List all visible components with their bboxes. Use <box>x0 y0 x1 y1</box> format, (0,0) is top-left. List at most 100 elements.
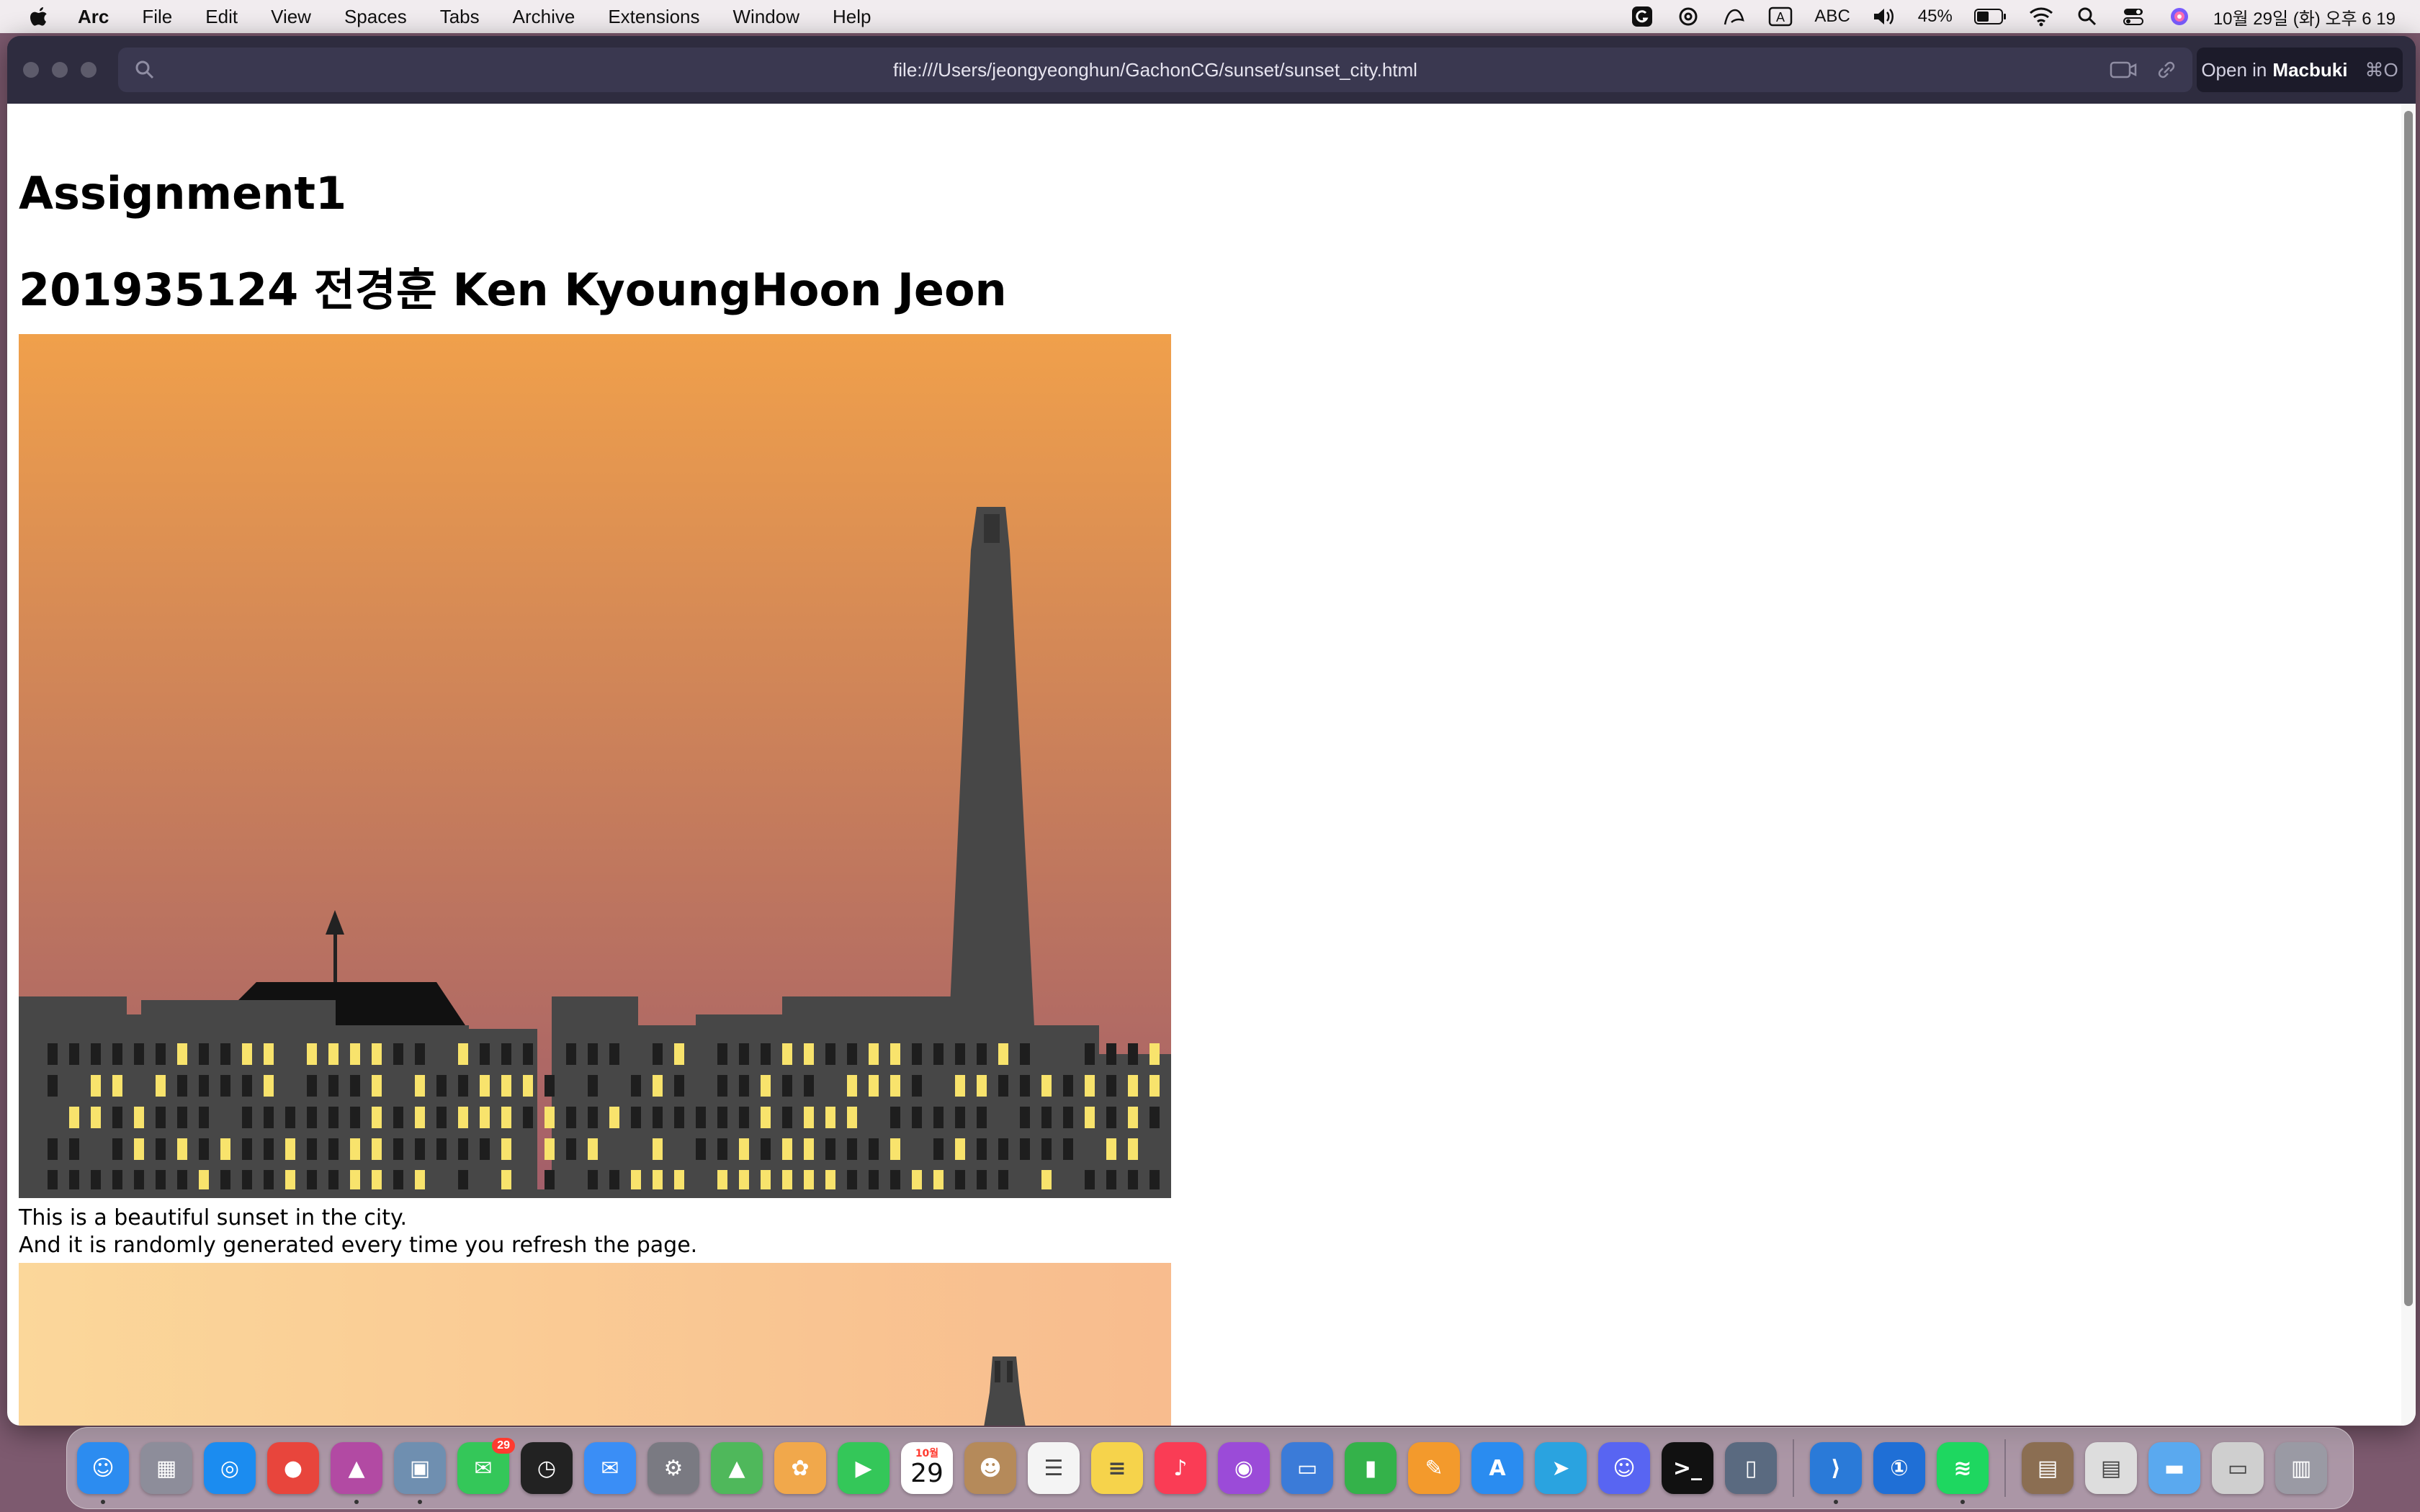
window-lit <box>458 1043 468 1065</box>
window-dark <box>1106 1043 1116 1065</box>
dock-preview-icon[interactable]: ▣ <box>394 1442 446 1504</box>
clock-glyph: ◷ <box>537 1455 557 1481</box>
dock-facetime-icon[interactable]: ▶ <box>838 1442 889 1494</box>
window-dark <box>242 1138 252 1160</box>
browser-window: file:///Users/jeongyeonghun/GachonCG/sun… <box>7 36 2416 1426</box>
dock-music-icon[interactable]: ♪ <box>1155 1442 1206 1494</box>
siri-icon[interactable] <box>2167 6 2192 27</box>
window-dark <box>69 1170 79 1192</box>
open-in-button[interactable]: Open in Macbuki ⌘O <box>2197 48 2403 92</box>
scrollbar-thumb[interactable] <box>2404 111 2413 1306</box>
dock-finder-icon[interactable]: ☺ <box>77 1442 129 1504</box>
at-sign-icon[interactable] <box>1676 6 1700 27</box>
dock-mail-icon[interactable]: ✉ <box>584 1442 636 1494</box>
window-dark <box>847 1170 857 1192</box>
dock-telegram-icon[interactable]: ➤ <box>1535 1442 1587 1494</box>
browser-toolbar: file:///Users/jeongyeonghun/GachonCG/sun… <box>7 36 2416 104</box>
window-lit <box>609 1107 619 1128</box>
window-dark <box>869 1170 879 1192</box>
address-bar[interactable]: file:///Users/jeongyeonghun/GachonCG/sun… <box>118 48 2192 92</box>
window-lit <box>890 1043 900 1065</box>
window-close-button[interactable] <box>23 62 39 78</box>
menu-archive[interactable]: Archive <box>513 6 575 28</box>
keyboard-a-icon[interactable]: A <box>1768 6 1793 27</box>
window-zoom-button[interactable] <box>81 62 97 78</box>
dock-numbers-icon[interactable]: ▮ <box>1345 1442 1397 1494</box>
dock-downloads-icon[interactable]: ▤ <box>2022 1442 2074 1494</box>
dock-photos-icon[interactable]: ✿ <box>774 1442 826 1494</box>
dock-launchpad-icon[interactable]: ▦ <box>140 1442 192 1494</box>
window-dark <box>156 1170 166 1192</box>
window-lit <box>674 1170 684 1192</box>
dock-chrome-icon[interactable]: ● <box>267 1442 319 1494</box>
contacts-glyph: ☻ <box>979 1455 1002 1481</box>
copy-link-icon[interactable] <box>2155 59 2178 84</box>
window-lit <box>372 1138 382 1160</box>
dock-terminal-icon[interactable]: >_ <box>1662 1442 1713 1494</box>
window-dark <box>48 1170 58 1192</box>
menu-extensions[interactable]: Extensions <box>608 6 699 28</box>
window-dark <box>588 1170 598 1192</box>
window-lit <box>588 1138 598 1160</box>
dock-documents-icon[interactable]: ▤ <box>2085 1442 2137 1494</box>
dock-keynote-icon[interactable]: ▭ <box>1281 1442 1333 1494</box>
dock-pages-icon[interactable]: ✎ <box>1408 1442 1460 1494</box>
menu-view[interactable]: View <box>271 6 311 28</box>
menu-edit[interactable]: Edit <box>205 6 238 28</box>
dock-preview-files-icon[interactable]: ▭ <box>2212 1442 2264 1494</box>
dock-1password-icon[interactable]: ① <box>1873 1442 1925 1494</box>
window-dark <box>328 1138 339 1160</box>
preview-files-glyph: ▭ <box>2227 1455 2249 1481</box>
window-minimize-button[interactable] <box>52 62 68 78</box>
vscode-glyph: ⟩ <box>1831 1455 1841 1481</box>
wifi-icon[interactable] <box>2029 6 2053 27</box>
dock-system-settings-icon[interactable]: ⚙ <box>647 1442 699 1494</box>
grammarly-icon[interactable] <box>1630 6 1654 27</box>
menu-window[interactable]: Window <box>733 6 799 28</box>
menu-spaces[interactable]: Spaces <box>344 6 407 28</box>
window-dark <box>199 1138 209 1160</box>
window-dark <box>825 1138 835 1160</box>
dock-simulator-icon[interactable]: ▯ <box>1725 1442 1777 1494</box>
apple-menu-icon[interactable] <box>29 6 50 27</box>
dock-reminders-icon[interactable]: ☰ <box>1028 1442 1080 1494</box>
dock-trash-icon[interactable]: ▥ <box>2275 1442 2327 1494</box>
volume-icon[interactable] <box>1872 6 1896 27</box>
running-indicator <box>418 1500 422 1504</box>
menu-file[interactable]: File <box>142 6 172 28</box>
dock-spotify-icon[interactable]: ≋ <box>1937 1442 1989 1504</box>
battery-icon[interactable] <box>1973 6 2007 27</box>
hat-icon[interactable] <box>1722 6 1747 27</box>
menu-help[interactable]: Help <box>833 6 871 28</box>
input-source-label[interactable]: ABC <box>1814 6 1850 27</box>
window-dark <box>1020 1138 1030 1160</box>
control-center-icon[interactable] <box>2121 6 2146 27</box>
window-dark <box>739 1075 749 1097</box>
dock-vscode-icon[interactable]: ⟩ <box>1810 1442 1862 1504</box>
dock-messages-icon[interactable]: ✉ 29 <box>457 1438 515 1494</box>
page-scrollbar[interactable] <box>2401 104 2416 1426</box>
capture-icon[interactable] <box>2109 59 2138 84</box>
dock: ☺ ▦ ◎ ● ▲ ▣ ✉ 29 ◷ ✉ ⚙ ▲ ✿ ▶ 10월 29 ☻ ☰ ≡ ♪ ◉ ▭ ▮ ✎ A ➤ ☺ >_ ▯ ⟩ ① ≋ ▤ ▤ ▬… <box>66 1427 2354 1509</box>
spotlight-search-icon[interactable] <box>2075 6 2099 27</box>
dock-maps-icon[interactable]: ▲ <box>711 1442 763 1494</box>
dock-discord-icon[interactable]: ☺ <box>1598 1442 1650 1494</box>
facetime-glyph: ▶ <box>855 1455 872 1481</box>
dock-calendar-icon[interactable]: 10월 29 <box>901 1442 953 1494</box>
window-dark <box>977 1138 987 1160</box>
url-text[interactable]: file:///Users/jeongyeonghun/GachonCG/sun… <box>118 48 2192 92</box>
menu-tabs[interactable]: Tabs <box>440 6 480 28</box>
dock-affinity-icon[interactable]: ▲ <box>331 1442 382 1504</box>
chrome-glyph: ● <box>283 1455 303 1481</box>
dock-safari-icon[interactable]: ◎ <box>204 1442 256 1494</box>
window-lit <box>890 1075 900 1097</box>
menu-app-name[interactable]: Arc <box>78 6 109 28</box>
menubar-clock[interactable]: 10월 29일 (화) 오후 6 19 <box>2213 4 2396 30</box>
dock-clock-icon[interactable]: ◷ <box>521 1442 573 1494</box>
dock-app-store-icon[interactable]: A <box>1471 1442 1523 1494</box>
dock-notes-icon[interactable]: ≡ <box>1091 1442 1143 1494</box>
window-lit <box>717 1170 727 1192</box>
dock-podcasts-icon[interactable]: ◉ <box>1218 1442 1270 1494</box>
dock-folder-icon[interactable]: ▬ <box>2148 1442 2200 1494</box>
dock-contacts-icon[interactable]: ☻ <box>964 1442 1016 1494</box>
